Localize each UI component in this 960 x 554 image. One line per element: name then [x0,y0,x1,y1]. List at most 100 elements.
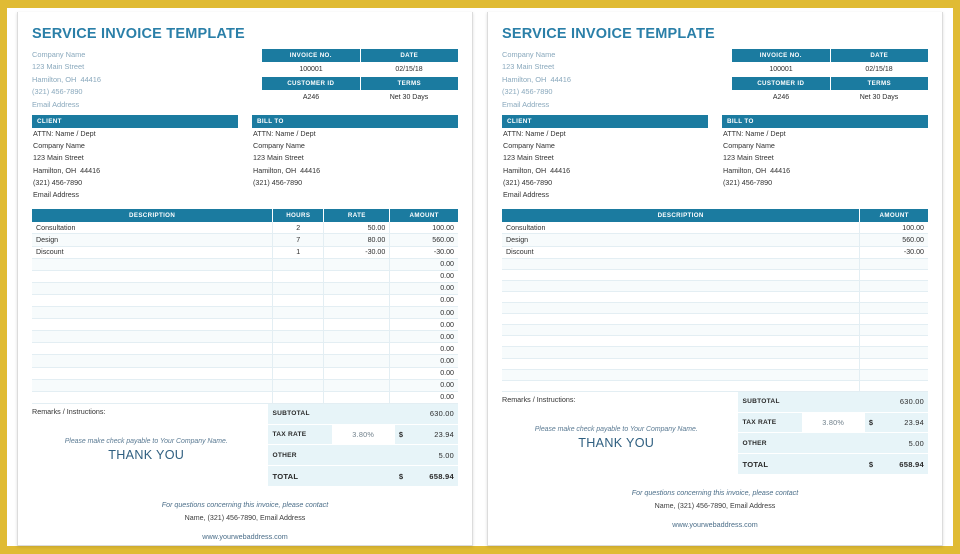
cell-description[interactable]: Discount [502,246,861,259]
cell-hours[interactable] [272,391,325,404]
cell-hours[interactable] [272,342,325,356]
footer-website-link[interactable]: www.yourwebaddress.com [502,519,928,531]
cell-hours[interactable]: 2 [272,222,325,235]
cell-description[interactable] [32,282,274,295]
cell-rate[interactable] [323,306,391,320]
tax-rate-row: TAX RATE 3.80% $23.94 [738,412,928,434]
cell-description[interactable] [502,258,861,270]
cell-description[interactable] [32,270,274,283]
cell-rate[interactable] [323,258,391,271]
cell-rate[interactable] [323,330,391,344]
remarks-label: Remarks / Instructions: [32,406,106,416]
cell-amount[interactable] [859,258,928,270]
other-label: OTHER [738,432,865,455]
cell-description[interactable] [502,346,861,359]
cell-amount[interactable]: 0.00 [389,367,458,380]
tax-currency-symbol: $ [398,429,404,439]
cell-description[interactable]: Consultation [502,222,861,235]
cell-amount[interactable]: 0.00 [389,270,458,283]
cell-description[interactable] [32,258,274,271]
cell-rate[interactable] [323,367,391,380]
cell-amount[interactable]: 100.00 [859,222,928,235]
cell-amount[interactable]: 0.00 [389,379,458,392]
cell-rate[interactable]: 50.00 [323,222,391,235]
cell-rate[interactable] [323,354,391,368]
cell-rate[interactable] [323,294,391,308]
cell-rate[interactable] [323,270,391,283]
cell-hours[interactable] [272,367,325,380]
cell-hours[interactable] [272,330,325,344]
tax-rate-input[interactable]: 3.80% [801,412,865,434]
cell-description[interactable] [502,335,861,348]
cell-description[interactable] [502,269,861,281]
cell-rate[interactable] [323,282,391,295]
cell-hours[interactable] [272,379,325,392]
cell-rate[interactable]: 80.00 [323,233,391,247]
cell-description[interactable] [502,291,861,304]
cell-rate[interactable] [323,391,391,404]
cell-amount[interactable]: 0.00 [389,354,458,368]
cell-amount[interactable]: 560.00 [389,233,458,247]
cell-rate[interactable] [323,318,391,332]
cell-amount[interactable]: 0.00 [389,342,458,356]
meta-header-date: DATE [360,49,458,63]
tax-rate-input[interactable]: 3.80% [331,424,395,446]
cell-amount[interactable]: 0.00 [389,258,458,271]
cell-description[interactable] [32,294,274,308]
cell-hours[interactable]: 7 [272,233,325,247]
cell-amount[interactable] [859,302,928,315]
cell-hours[interactable]: 1 [272,246,325,259]
client-line: ATTN: Name / Dept [503,129,566,139]
cell-rate[interactable]: -30.00 [323,246,391,259]
cell-amount[interactable] [859,291,928,304]
cell-amount[interactable] [859,324,928,337]
cell-hours[interactable] [272,294,325,308]
cell-hours[interactable] [272,282,325,295]
cell-amount[interactable] [859,313,928,326]
cell-description[interactable] [502,380,861,392]
cell-amount[interactable] [859,380,928,392]
cell-description[interactable] [502,324,861,337]
cell-amount[interactable] [859,346,928,359]
cell-description[interactable] [502,280,861,292]
cell-description[interactable] [502,358,861,370]
cell-hours[interactable] [272,258,325,271]
cell-description[interactable]: Discount [32,246,274,259]
cell-rate[interactable] [323,342,391,356]
cell-amount[interactable]: 0.00 [389,282,458,295]
cell-hours[interactable] [272,318,325,332]
cell-description[interactable] [32,367,274,380]
cell-description[interactable] [502,369,861,381]
cell-hours[interactable] [272,306,325,320]
cell-description[interactable] [32,391,274,404]
cell-description[interactable] [32,318,274,332]
cell-amount[interactable] [859,269,928,281]
cell-description[interactable] [32,379,274,392]
cell-amount[interactable]: 0.00 [389,294,458,308]
cell-amount[interactable]: -30.00 [389,246,458,259]
cell-hours[interactable] [272,270,325,283]
cell-amount[interactable] [859,369,928,381]
cell-amount[interactable]: 0.00 [389,318,458,332]
cell-description[interactable] [502,302,861,315]
cell-amount[interactable] [859,280,928,292]
cell-description[interactable] [502,313,861,326]
cell-description[interactable] [32,306,274,320]
cell-description[interactable] [32,330,274,344]
cell-amount[interactable] [859,358,928,370]
cell-description[interactable]: Design [32,233,274,247]
cell-description[interactable]: Design [502,233,861,247]
cell-amount[interactable]: 0.00 [389,330,458,344]
cell-amount[interactable]: 560.00 [859,233,928,247]
cell-amount[interactable] [859,335,928,348]
cell-rate[interactable] [323,379,391,392]
cell-hours[interactable] [272,354,325,368]
cell-amount[interactable]: 100.00 [389,222,458,235]
cell-amount[interactable]: -30.00 [859,246,928,259]
cell-description[interactable] [32,342,274,356]
footer-website-link[interactable]: www.yourwebaddress.com [32,531,458,543]
cell-amount[interactable]: 0.00 [389,306,458,320]
cell-amount[interactable]: 0.00 [389,391,458,404]
cell-description[interactable] [32,354,274,368]
cell-description[interactable]: Consultation [32,222,274,235]
